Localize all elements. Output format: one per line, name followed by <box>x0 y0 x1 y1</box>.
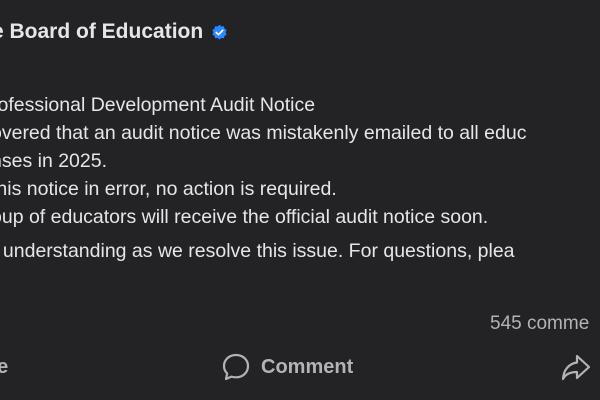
post-line: this notice in error, no action is requi… <box>0 178 337 200</box>
comment-button[interactable]: Comment <box>221 352 353 382</box>
verified-check-icon <box>212 24 227 40</box>
like-button-label: ke <box>0 356 9 378</box>
like-button[interactable]: ke <box>0 356 8 379</box>
post-line: oup of educators will receive the offici… <box>0 206 489 228</box>
page-name-link[interactable]: e Board of Education <box>0 20 203 44</box>
share-button[interactable] <box>560 352 592 382</box>
post-line: overed that an audit notice was mistaken… <box>0 122 527 144</box>
post-line: r understanding as we resolve this issue… <box>0 240 515 262</box>
action-bar: ke Comment <box>0 352 600 386</box>
post-line-title: rofessional Development Audit Notice <box>0 94 316 116</box>
speech-bubble-icon <box>222 353 250 381</box>
comment-count[interactable]: 545 comme <box>490 313 589 335</box>
share-arrow-icon <box>561 354 591 381</box>
post-card: e Board of Education rofessional Develop… <box>0 0 600 400</box>
comment-button-label: Comment <box>261 355 354 378</box>
post-header: e Board of Education <box>0 20 228 44</box>
post-body: rofessional Development Audit Notice ove… <box>0 91 526 265</box>
post-line: nses in 2025. <box>0 150 108 172</box>
